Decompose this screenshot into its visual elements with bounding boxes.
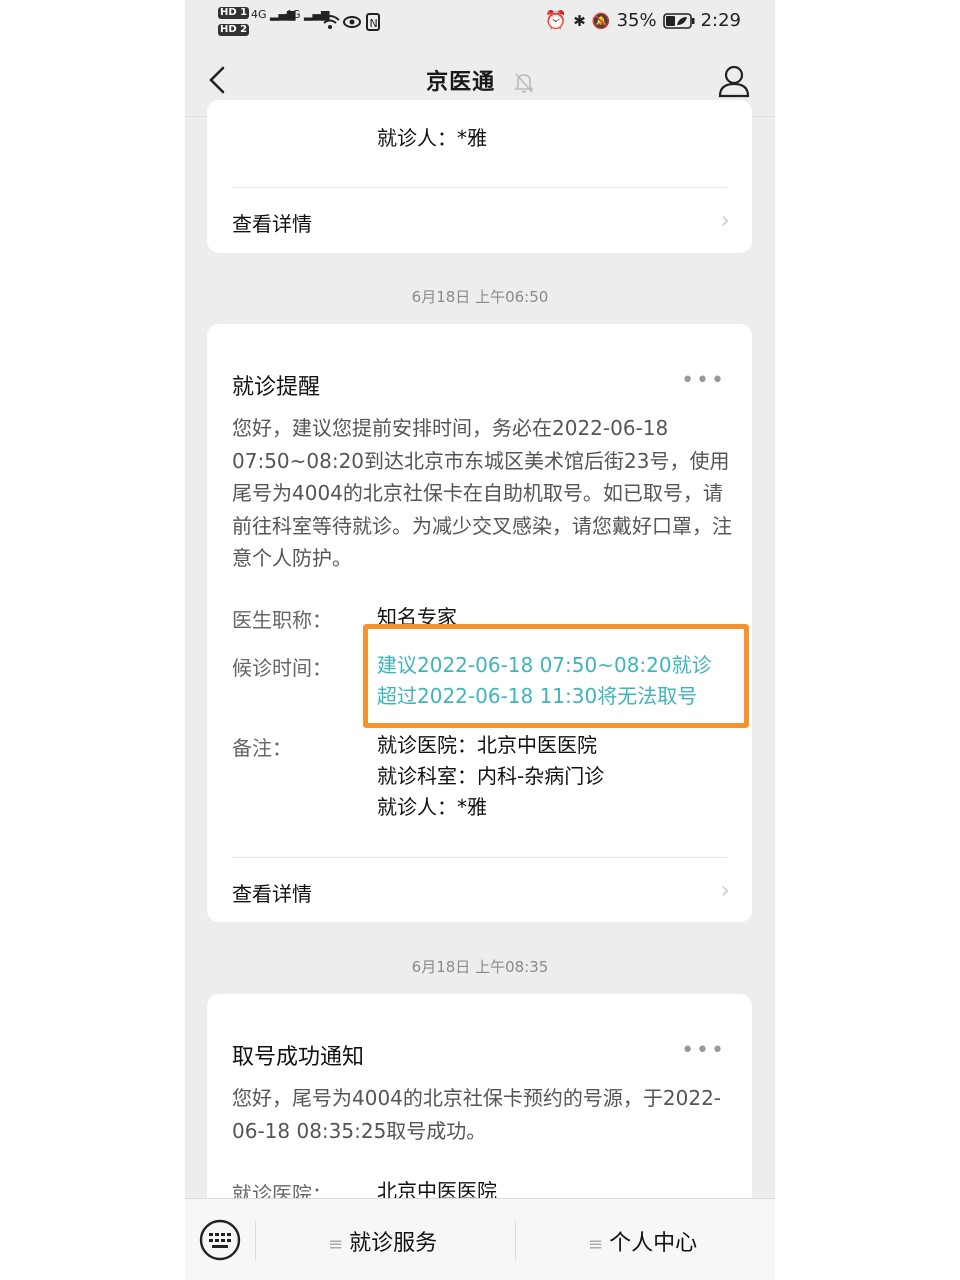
status-bar: HD 1 HD 2 4G ▂▄▆ 4G ▂▄▆ N ⏰ ✱ 🔕 35% 2:29: [185, 0, 775, 44]
patient-name: 就诊人：*雅: [377, 126, 487, 150]
remarks-patient: 就诊人：*雅: [377, 795, 487, 819]
ticket-body: 您好，尾号为4004的北京社保卡预约的号源，于2022-06-18 08:35:…: [232, 1086, 722, 1143]
svg-text:N: N: [370, 17, 378, 30]
menu-list-icon: ≡: [588, 1234, 604, 1255]
waiting-time-label: 候诊时间：: [232, 656, 332, 680]
battery-percent: 35%: [616, 10, 657, 31]
card-divider: [232, 187, 727, 188]
phone-screen: HD 1 HD 2 4G ▂▄▆ 4G ▂▄▆ N ⏰ ✱ 🔕 35% 2:29: [185, 0, 775, 1280]
menu-visit-service[interactable]: ≡ 就诊服务: [328, 1225, 437, 1257]
chevron-right-icon: ›: [720, 206, 730, 234]
menu-separator: [255, 1221, 256, 1261]
page-title-text: 京医通: [426, 70, 496, 95]
remarks-department: 就诊科室：内科-杂病门诊: [377, 764, 605, 788]
mute-icon: 🔕: [591, 11, 611, 30]
card-title: 取号成功通知: [232, 1045, 365, 1070]
clock: 2:29: [700, 10, 741, 31]
view-details-link[interactable]: 查看详情: [232, 878, 312, 907]
bluetooth-icon: ✱: [573, 11, 586, 30]
sim2-badge: HD 2: [218, 24, 250, 36]
keyboard-icon[interactable]: [199, 1219, 241, 1261]
message-timestamp: 6月18日 上午06:50: [411, 288, 549, 306]
menu-personal-center[interactable]: ≡ 个人中心: [588, 1225, 697, 1257]
more-options-icon[interactable]: •••: [681, 1038, 726, 1063]
chevron-right-icon: ›: [720, 876, 730, 904]
menu-separator: [515, 1221, 516, 1261]
net2-label: 4G: [285, 8, 301, 21]
card-divider: [232, 857, 727, 858]
doctor-title-label: 医生职称：: [232, 608, 332, 632]
view-details-link[interactable]: 查看详情: [232, 208, 312, 237]
remarks-label: 备注：: [232, 736, 292, 760]
page-title: 京医通: [185, 64, 775, 96]
alarm-icon: ⏰: [544, 10, 568, 31]
message-card-previous: 就诊人：*雅 查看详情 ›: [207, 100, 752, 253]
reminder-body: 您好，建议您提前安排时间，务必在2022-06-18 07:50~08:20到达…: [232, 416, 732, 570]
wifi-eye-nfc-icons: N: [320, 13, 380, 31]
battery-icon: [662, 12, 695, 29]
annotation-highlight-box: [363, 624, 749, 728]
sim1-badge: HD 1: [218, 7, 250, 19]
net1-label: 4G: [251, 8, 267, 21]
menu-list-icon: ≡: [328, 1234, 344, 1255]
remarks-hospital: 就诊医院：北京中医医院: [377, 733, 597, 757]
user-profile-icon[interactable]: [717, 64, 751, 98]
menu-personal-center-label: 个人中心: [609, 1231, 698, 1256]
bottom-menu-bar: ≡ 就诊服务 ≡ 个人中心: [185, 1198, 775, 1280]
more-options-icon[interactable]: •••: [681, 368, 726, 393]
message-card-visit-reminder: 就诊提醒 ••• 您好，建议您提前安排时间，务必在2022-06-18 07:5…: [207, 324, 752, 922]
menu-visit-service-label: 就诊服务: [349, 1231, 438, 1256]
message-timestamp: 6月18日 上午08:35: [411, 958, 549, 976]
card-title: 就诊提醒: [232, 375, 321, 400]
muted-bell-icon: [513, 73, 534, 93]
status-right: ⏰ ✱ 🔕 35% 2:29: [545, 10, 741, 31]
